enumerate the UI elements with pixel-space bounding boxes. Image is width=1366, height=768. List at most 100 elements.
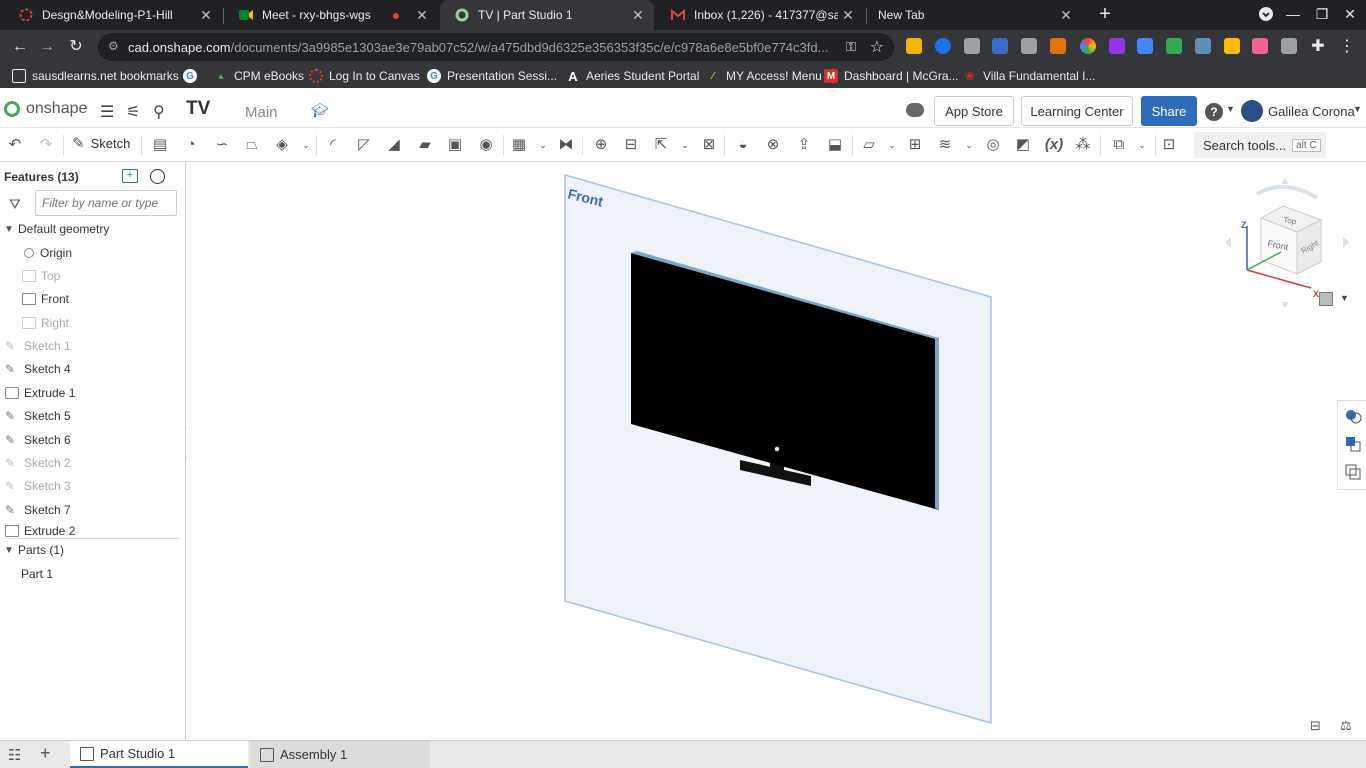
close-tab-icon[interactable]: ✕ bbox=[412, 7, 432, 24]
app-store-button[interactable]: App Store bbox=[934, 96, 1014, 126]
browser-tab-new[interactable]: New Tab ✕ bbox=[864, 0, 1082, 30]
feature-item-sketch-2[interactable]: ✎ Sketch 2 bbox=[0, 452, 180, 474]
feature-item-sketch-6[interactable]: ✎ Sketch 6 bbox=[0, 429, 180, 451]
key-icon[interactable]: ⚿ bbox=[846, 39, 856, 55]
sketch-button[interactable]: ✎ Sketch bbox=[72, 134, 130, 152]
help-icon[interactable]: ? bbox=[1205, 103, 1223, 121]
feature-item-extrude-1[interactable]: Extrude 1 bbox=[0, 382, 180, 404]
delete-part-icon[interactable]: ⊠ bbox=[700, 136, 718, 154]
extension-icon[interactable] bbox=[992, 38, 1008, 54]
bookmark-folder[interactable]: sausdlearns.net bookmarks bbox=[12, 67, 179, 85]
part-item[interactable]: Part 1 bbox=[0, 563, 180, 585]
bookmark-canvas[interactable]: Log In to Canvas bbox=[309, 67, 420, 85]
rollback-timer-icon[interactable] bbox=[150, 169, 165, 184]
extension-icon[interactable] bbox=[1166, 38, 1182, 54]
feature-item-right[interactable]: Right bbox=[0, 312, 180, 334]
loft-icon[interactable]: ⏢ bbox=[243, 136, 261, 154]
address-bar[interactable]: ⚙ cad.onshape.com/documents/3a9985e1303a… bbox=[98, 33, 894, 61]
chevron-down-icon[interactable]: ▼ bbox=[1226, 104, 1235, 114]
parts-group[interactable]: ▼ Parts (1) bbox=[0, 539, 180, 561]
close-window-icon[interactable]: ✕ bbox=[1341, 6, 1359, 23]
version-graph-icon[interactable]: ⚟ bbox=[126, 102, 140, 122]
feature-item-sketch-4[interactable]: ✎ Sketch 4 bbox=[0, 358, 180, 380]
thicken-icon[interactable]: ◈ bbox=[273, 136, 291, 154]
undo-icon[interactable]: ↶ bbox=[6, 136, 24, 154]
draft-icon[interactable]: ◢ bbox=[385, 136, 403, 154]
bookmark-star-icon[interactable]: ☆ bbox=[870, 37, 884, 57]
feature-item-top[interactable]: Top bbox=[0, 265, 180, 287]
extension-icon[interactable] bbox=[935, 38, 951, 54]
close-tab-icon[interactable]: ✕ bbox=[838, 7, 858, 24]
sweep-icon[interactable]: ∽ bbox=[213, 136, 231, 154]
redo-icon[interactable]: ↷ bbox=[37, 136, 55, 154]
avatar[interactable] bbox=[1241, 100, 1263, 122]
transform-icon[interactable]: ⇱ bbox=[652, 136, 670, 154]
extension-icon[interactable] bbox=[1137, 38, 1153, 54]
add-folder-icon[interactable]: + bbox=[122, 169, 138, 183]
search-tools-box[interactable]: Search tools... alt C bbox=[1194, 132, 1326, 158]
revolve-icon[interactable]: ◔ bbox=[182, 136, 200, 154]
close-tab-icon[interactable]: ✕ bbox=[1056, 7, 1076, 24]
hole-icon[interactable]: ◉ bbox=[477, 136, 495, 154]
helix-icon[interactable]: ◎ bbox=[984, 136, 1002, 154]
measure-icon[interactable]: ⊟ bbox=[1310, 718, 1321, 734]
graphics-viewport[interactable]: Front Top Front Right Z X ▼ ⊟ ⚖ bbox=[187, 162, 1366, 740]
feature-item-origin[interactable]: Origin bbox=[0, 242, 180, 264]
chevron-down-icon[interactable]: ▼ bbox=[1340, 293, 1349, 303]
extrude-icon[interactable]: ▤ bbox=[151, 136, 169, 154]
education-cap-icon[interactable]: 🎓︎ bbox=[311, 102, 329, 119]
bookmark-presentation[interactable]: G Presentation Sessi... bbox=[427, 67, 557, 85]
extension-icon[interactable] bbox=[1050, 38, 1066, 54]
hamburger-menu-icon[interactable]: ☰ bbox=[100, 102, 114, 122]
workspace-name[interactable]: Main bbox=[245, 104, 278, 121]
minimize-icon[interactable]: — bbox=[1284, 6, 1302, 22]
mate-connector-icon[interactable]: ⊞ bbox=[906, 136, 924, 154]
composite-part-icon[interactable]: ⁂ bbox=[1074, 136, 1092, 154]
feature-item-sketch-5[interactable]: ✎ Sketch 5 bbox=[0, 405, 180, 427]
configurations-icon[interactable] bbox=[1344, 435, 1362, 453]
learning-center-button[interactable]: Learning Center bbox=[1021, 96, 1133, 126]
extension-icon[interactable] bbox=[1281, 38, 1297, 54]
model-canvas[interactable]: Front bbox=[187, 162, 1366, 740]
arrow-up-icon[interactable] bbox=[1281, 178, 1289, 184]
share-button[interactable]: Share bbox=[1141, 96, 1197, 126]
extension-icon[interactable] bbox=[1224, 38, 1240, 54]
split-icon[interactable]: ⊟ bbox=[622, 136, 640, 154]
add-tab-icon[interactable]: + bbox=[40, 743, 51, 764]
bookmark-myaccess[interactable]: ⁄ MY Access! Menu bbox=[706, 67, 822, 85]
appearance-icon[interactable] bbox=[1344, 407, 1362, 425]
view-options-cube-icon[interactable] bbox=[1319, 292, 1333, 306]
forward-icon[interactable]: → bbox=[37, 37, 57, 57]
chevron-down-icon[interactable]: ⌄ bbox=[960, 136, 978, 154]
rib-icon[interactable]: ▰ bbox=[416, 136, 434, 154]
view-cube[interactable]: Top Front Right Z X bbox=[1217, 170, 1357, 320]
extension-icon[interactable] bbox=[1252, 38, 1268, 54]
chevron-down-icon[interactable]: ▼ bbox=[1353, 104, 1362, 114]
chamfer-icon[interactable]: ◸ bbox=[355, 136, 373, 154]
reload-icon[interactable]: ↻ bbox=[66, 37, 86, 57]
mass-properties-icon[interactable]: ⚖ bbox=[1340, 718, 1352, 734]
bill-of-materials-icon[interactable] bbox=[1344, 463, 1362, 481]
insert-icon[interactable]: ⚲ bbox=[153, 102, 165, 122]
move-face-icon[interactable]: ⇪ bbox=[795, 136, 813, 154]
document-title[interactable]: TV bbox=[186, 98, 210, 120]
replace-face-icon[interactable]: ⬓ bbox=[826, 136, 844, 154]
extension-icon[interactable] bbox=[1080, 38, 1096, 54]
restore-icon[interactable]: ❐ bbox=[1313, 6, 1331, 23]
comment-icon[interactable] bbox=[906, 103, 924, 117]
feature-item-sketch-3[interactable]: ✎ Sketch 3 bbox=[0, 475, 180, 497]
tab-assembly-1[interactable]: Assembly 1 bbox=[250, 741, 430, 768]
extension-icon[interactable] bbox=[1195, 38, 1211, 54]
feature-item-sketch-7[interactable]: ✎ Sketch 7 bbox=[0, 499, 180, 521]
arrow-down-icon[interactable] bbox=[1281, 302, 1289, 308]
browser-tab-gmail[interactable]: Inbox (1,226) - 417377@sausdl ✕ bbox=[656, 0, 864, 30]
new-tab-button[interactable]: + bbox=[1094, 4, 1116, 26]
default-geometry-group[interactable]: ▼ Default geometry bbox=[0, 218, 180, 240]
fillet-icon[interactable]: ◜ bbox=[324, 136, 342, 154]
chevron-down-icon[interactable]: ⌄ bbox=[1133, 136, 1151, 154]
plane-icon[interactable]: ▱ bbox=[860, 136, 878, 154]
pattern-icon[interactable]: ▦ bbox=[510, 136, 528, 154]
extension-icon[interactable] bbox=[1021, 38, 1037, 54]
site-info-icon[interactable]: ⚙ bbox=[108, 39, 122, 55]
bookmark-aeries[interactable]: A Aeries Student Portal bbox=[566, 67, 699, 85]
